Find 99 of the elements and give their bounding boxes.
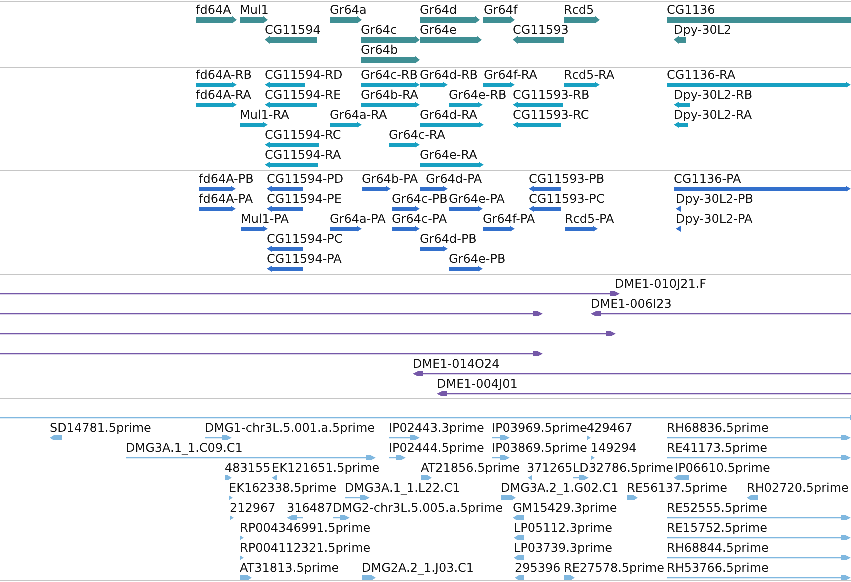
- feature-label: Dpy-30L2-PB: [676, 192, 754, 206]
- feature-label: CG11593-RC: [513, 108, 590, 122]
- feature-label: Gr64b-RA: [361, 88, 419, 102]
- feature-label: Dpy-30L2-RB: [674, 88, 753, 102]
- feature-label: fd64A-RA: [196, 88, 252, 102]
- feature-label: IP02443.3prime: [389, 421, 484, 435]
- feature-label: Gr64f-RA: [484, 68, 538, 82]
- feature-label: Gr64c-PB: [392, 192, 448, 206]
- feature-label: RE27578.5prime: [564, 561, 664, 575]
- feature-label: Gr64e-RB: [449, 88, 507, 102]
- feature-label: 149294: [591, 441, 637, 455]
- feature-label: CG11594-RD: [265, 68, 343, 82]
- feature-label: Gr64a-PA: [330, 212, 386, 226]
- feature-label: RH53766.5prime: [667, 561, 769, 575]
- feature-label: DME1-004J01: [437, 377, 518, 391]
- feature-label: Gr64c-RB: [361, 68, 418, 82]
- feature-label: Mul1-RA: [240, 108, 290, 122]
- feature-label: EK121651.5prime: [272, 461, 380, 475]
- feature-label: fd64A-RB: [196, 68, 252, 82]
- feature-label: CG11593-PB: [529, 172, 605, 186]
- feature-label: IP03969.5prime: [492, 421, 588, 435]
- feature-label: CG11594-PA: [267, 252, 342, 266]
- feature-label: Mul1: [240, 3, 269, 17]
- feature-label: Rcd5: [564, 3, 594, 17]
- feature-label: Gr64e-PA: [449, 192, 505, 206]
- feature-label: Rcd5-RA: [564, 68, 615, 82]
- feature-label: 316487: [287, 501, 333, 515]
- feature-label: CG11594-PD: [267, 172, 344, 186]
- feature-label: Gr64a: [330, 3, 367, 17]
- feature-label: RH02720.5prime: [747, 481, 849, 495]
- feature-label: LP03739.3prime: [514, 541, 613, 555]
- feature-label: IP03869.5prime: [492, 441, 588, 455]
- feature-label: CG11593: [513, 23, 569, 37]
- feature-label: 295396: [515, 561, 561, 575]
- feature-label: RP004112321.5prime: [240, 541, 371, 555]
- feature-label: DMG3A.2_1.G02.C1: [501, 481, 619, 495]
- feature-label: 371265: [527, 461, 573, 475]
- feature-label: 483155: [225, 461, 271, 475]
- feature-label: GM15429.3prime: [513, 501, 618, 515]
- feature-label: Gr64e-PB: [449, 252, 506, 266]
- feature-label: DME1-006I23: [591, 297, 672, 311]
- feature-label: Gr64d: [420, 3, 458, 17]
- feature-label: Gr64d-RA: [420, 108, 478, 122]
- feature-label: Gr64e-RA: [420, 148, 478, 162]
- feature-label: CG11594-RC: [265, 128, 342, 142]
- feature-label: DMG2A.2_1.J03.C1: [362, 561, 474, 575]
- feature-label: Gr64b-PA: [362, 172, 418, 186]
- feature-label: EK162338.5prime: [229, 481, 337, 495]
- feature-label: CG11594-RA: [265, 148, 342, 162]
- feature-label: CG11594-PC: [267, 232, 343, 246]
- feature-label: DMG2-chr3L.5.005.a.5prime: [333, 501, 504, 515]
- feature-label: Gr64c-RA: [389, 128, 446, 142]
- feature-label: RE52555.5prime: [667, 501, 768, 515]
- feature-label: Gr64c-PA: [392, 212, 448, 226]
- feature-label: RE56137.5prime: [627, 481, 728, 495]
- feature-label: Gr64f-PA: [483, 212, 536, 226]
- feature-label: RE15752.5prime: [667, 521, 768, 535]
- feature-label: Gr64d-PA: [426, 172, 482, 186]
- feature-label: AT31813.5prime: [240, 561, 340, 575]
- feature-label: Dpy-30L2-PA: [676, 212, 753, 226]
- feature-label: Gr64d-PB: [420, 232, 477, 246]
- feature-label: RE41173.5prime: [667, 441, 768, 455]
- feature-label: Gr64f: [484, 3, 518, 17]
- feature-label: CG11593-PC: [529, 192, 605, 206]
- feature-label: Gr64d-RB: [420, 68, 478, 82]
- feature-label: CG1136-PA: [674, 172, 742, 186]
- feature-label: Gr64c: [361, 23, 398, 37]
- feature-label: 429467: [587, 421, 633, 435]
- feature-label: CG11594-RE: [265, 88, 342, 102]
- feature-label: DMG3A.1_1.L22.C1: [345, 481, 460, 495]
- feature-label: fd64A: [196, 3, 232, 17]
- feature-label: DMG3A.1_1.C09.C1: [126, 441, 243, 455]
- feature-label: Gr64e: [420, 23, 457, 37]
- feature-label: LD32786.5prime: [573, 461, 674, 475]
- feature-label: Dpy-30L2-RA: [674, 108, 752, 122]
- feature-label: DME1-010J21.F: [615, 277, 707, 291]
- feature-label: RP004346991.5prime: [240, 521, 371, 535]
- feature-label: Gr64b: [361, 43, 398, 57]
- feature-label: RH68844.5prime: [667, 541, 769, 555]
- feature-label: Mul1-PA: [241, 212, 289, 226]
- feature-label: LP05112.3prime: [514, 521, 613, 535]
- feature-label: CG1136: [667, 3, 716, 17]
- feature-label: IP06610.5prime: [675, 461, 770, 475]
- feature-label: CG11594: [265, 23, 321, 37]
- feature-label: Dpy-30L2: [674, 23, 732, 37]
- feature-label: DME1-014O24: [413, 357, 500, 371]
- feature-label: SD14781.5prime: [50, 421, 152, 435]
- feature-label: CG11593-RB: [513, 88, 590, 102]
- feature-label: RH68836.5prime: [667, 421, 769, 435]
- feature-label: CG11594-PE: [267, 192, 342, 206]
- feature-label: DMG1-chr3L.5.001.a.5prime: [205, 421, 376, 435]
- feature-label: AT21856.5prime: [421, 461, 520, 475]
- feature-label: Rcd5-PA: [565, 212, 614, 226]
- feature-label: Gr64a-RA: [330, 108, 388, 122]
- feature-label: 212967: [230, 501, 276, 515]
- feature-label: CG1136-RA: [667, 68, 736, 82]
- feature-label: fd64A-PA: [199, 192, 254, 206]
- feature-label: IP02444.5prime: [389, 441, 484, 455]
- feature-label: fd64A-PB: [199, 172, 254, 186]
